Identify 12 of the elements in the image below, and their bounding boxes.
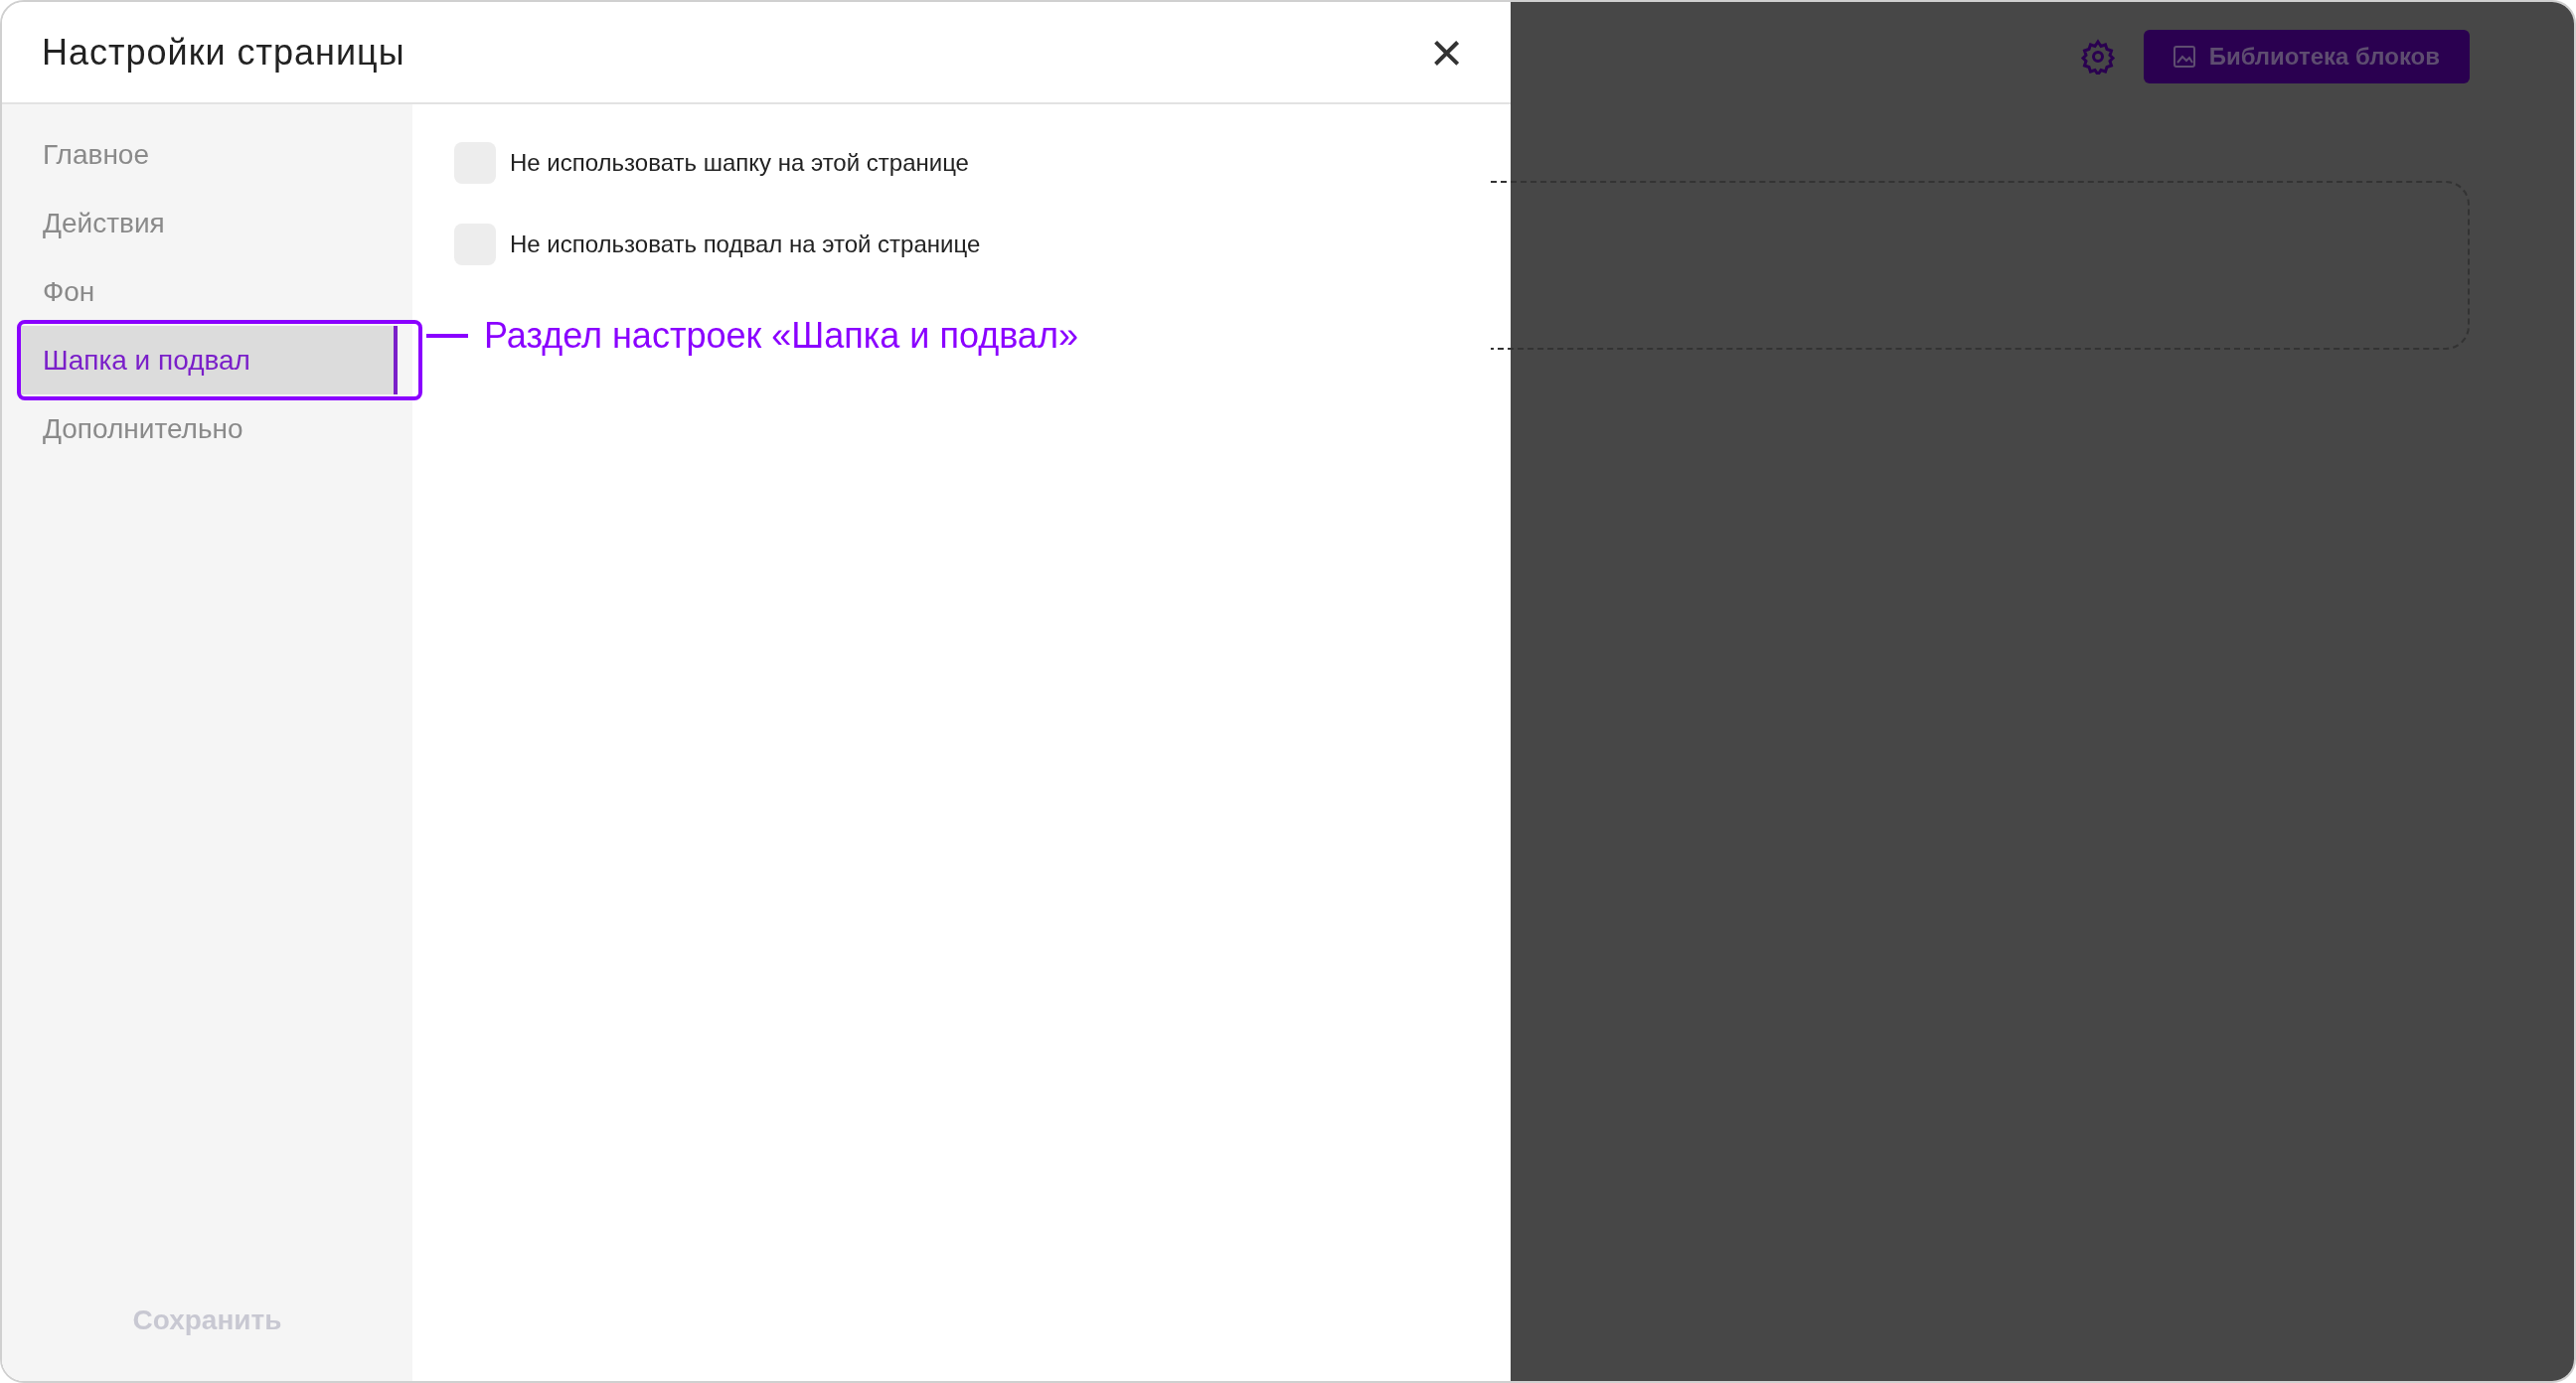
annotation-text: Раздел настроек «Шапка и подвал»	[484, 314, 1078, 358]
close-button[interactable]: ×	[1422, 24, 1471, 80]
sidebar-item[interactable]: Дополнительно	[17, 394, 398, 463]
option-label: Не использовать подвал на этой странице	[510, 230, 981, 259]
sidebar-item[interactable]: Фон	[17, 257, 398, 326]
sidebar-item[interactable]: Главное	[17, 120, 398, 189]
dialog-title: Настройки страницы	[42, 30, 405, 75]
block-library-button[interactable]: Библиотека блоков	[2143, 30, 2470, 83]
image-icon	[2173, 46, 2195, 68]
settings-icon	[2079, 39, 2116, 75]
sidebar-item[interactable]: Действия	[17, 189, 398, 257]
option-label: Не использовать шапку на этой странице	[510, 148, 969, 178]
